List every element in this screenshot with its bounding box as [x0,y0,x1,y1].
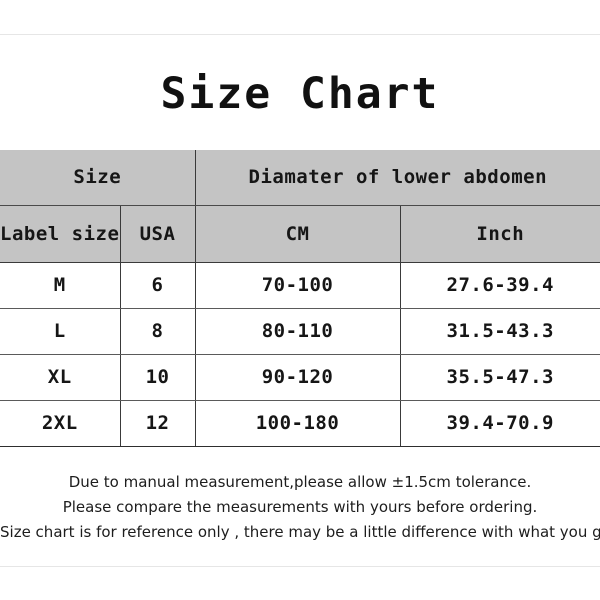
column-header-inch: Inch [400,205,600,263]
page-title: Size Chart [160,69,440,119]
cell-cm: 70-100 [195,262,401,309]
cell-cm: 100-180 [195,400,401,447]
cell-inch: 35.5-47.3 [400,354,600,401]
cell-usa: 6 [120,262,196,309]
note-tolerance: Due to manual measurement,please allow ±… [68,473,532,491]
cell-label-size: L [0,308,121,355]
column-header-label-size: Label size [0,205,121,263]
size-chart-table: Size Diamater of lower abdomen Label siz… [0,150,600,447]
cell-label-size: XL [0,354,121,401]
cell-usa: 8 [120,308,196,355]
table-row: L 8 80-110 31.5-43.3 [0,308,600,355]
table-body: M 6 70-100 27.6-39.4 L 8 80-110 31.5-43.… [0,262,600,447]
cell-cm: 80-110 [195,308,401,355]
cell-inch: 27.6-39.4 [400,262,600,309]
top-divider-rule [0,34,600,35]
table-row: M 6 70-100 27.6-39.4 [0,262,600,309]
group-header-diameter: Diamater of lower abdomen [195,150,600,206]
disclaimer-notes: Due to manual measurement,please allow ±… [0,470,600,545]
column-header-usa: USA [120,205,196,263]
column-header-cm: CM [195,205,401,263]
bottom-divider-rule [0,566,600,567]
cell-inch: 39.4-70.9 [400,400,600,447]
table-column-header-row: Label size USA CM Inch [0,205,600,263]
size-chart-page: Size Chart Size Diamater of lower abdome… [0,0,600,600]
cell-cm: 90-120 [195,354,401,401]
table-row: XL 10 90-120 35.5-47.3 [0,354,600,401]
group-header-size: Size [0,150,196,206]
table-group-header-row: Size Diamater of lower abdomen [0,150,600,206]
table-row: 2XL 12 100-180 39.4-70.9 [0,400,600,447]
cell-usa: 12 [120,400,196,447]
cell-label-size: M [0,262,121,309]
cell-label-size: 2XL [0,400,121,447]
note-compare-measurements: Please compare the measurements with you… [62,498,538,516]
note-reference-only: Size chart is for reference only , there… [0,523,600,541]
table-header: Size Diamater of lower abdomen Label siz… [0,150,600,263]
cell-inch: 31.5-43.3 [400,308,600,355]
cell-usa: 10 [120,354,196,401]
